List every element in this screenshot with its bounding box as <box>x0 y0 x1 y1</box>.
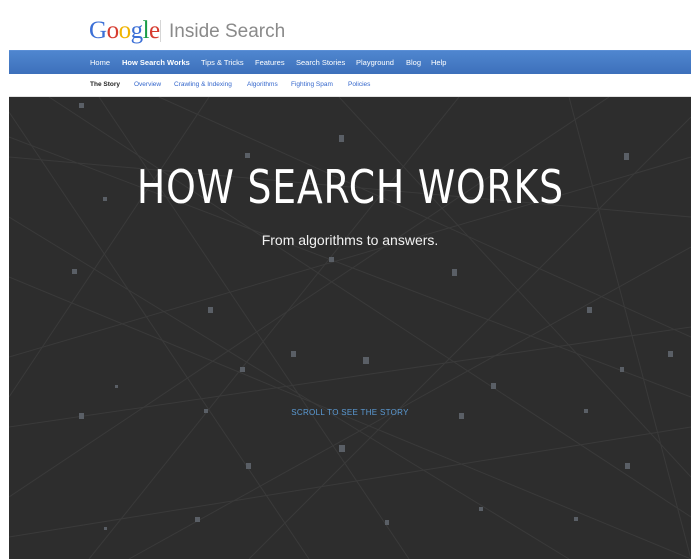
hero-subtitle: From algorithms to answers. <box>261 232 439 248</box>
sub-nav-item-algorithms[interactable]: Algorithms <box>247 74 278 96</box>
sub-nav: The Story Overview Crawling & Indexing A… <box>9 74 691 97</box>
hero-section: HOW SEARCH WORKS From algorithms to answ… <box>9 97 691 559</box>
logo-letter-e: e <box>149 17 160 44</box>
logo-letter-o2: o <box>118 17 132 44</box>
sub-nav-item-overview[interactable]: Overview <box>134 74 161 96</box>
sub-nav-item-crawling-indexing[interactable]: Crawling & Indexing <box>174 74 232 96</box>
sub-nav-item-fighting-spam[interactable]: Fighting Spam <box>291 74 333 96</box>
main-nav-item-tips-tricks[interactable]: Tips & Tricks <box>201 51 244 74</box>
main-nav-item-playground[interactable]: Playground <box>356 51 394 74</box>
site-header: Google Inside Search <box>0 0 691 50</box>
scroll-to-story-label[interactable]: SCROLL TO SEE THE STORY <box>291 408 408 417</box>
google-logo[interactable]: Google <box>89 16 160 46</box>
scroll-to-story-link[interactable]: SCROLL TO SEE THE STORY <box>9 407 691 419</box>
main-nav-item-blog[interactable]: Blog <box>406 51 421 74</box>
sub-nav-item-the-story[interactable]: The Story <box>90 74 120 96</box>
hero-title: HOW SEARCH WORKS <box>136 160 564 214</box>
main-nav-item-features[interactable]: Features <box>255 51 285 74</box>
site-title[interactable]: Inside Search <box>169 20 285 44</box>
logo-divider <box>160 20 161 42</box>
main-nav: Home How Search Works Tips & Tricks Feat… <box>9 50 691 74</box>
main-nav-item-how-search-works[interactable]: How Search Works <box>122 51 190 74</box>
main-nav-item-help[interactable]: Help <box>431 51 446 74</box>
logo-letter-g: G <box>89 17 107 44</box>
main-nav-item-home[interactable]: Home <box>90 51 110 74</box>
main-nav-item-search-stories[interactable]: Search Stories <box>296 51 345 74</box>
sub-nav-item-policies[interactable]: Policies <box>348 74 370 96</box>
logo-letter-g2: g <box>130 17 144 44</box>
logo-letter-o1: o <box>106 17 120 44</box>
